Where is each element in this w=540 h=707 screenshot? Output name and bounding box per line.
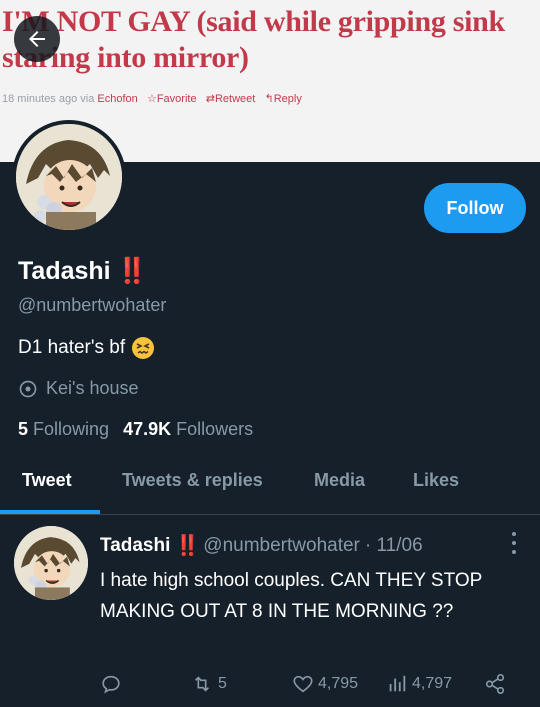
banner-reply: Reply: [273, 93, 302, 105]
retweet-button[interactable]: 5: [190, 673, 227, 695]
views-count: 4,797: [412, 675, 453, 692]
banner-tweet-text: I'M NOT GAY (said while gripping sink st…: [2, 5, 505, 74]
persevering-face-icon: [132, 337, 155, 359]
tab-likes[interactable]: Likes: [413, 470, 459, 491]
tweet-author-handle[interactable]: @numbertwohater: [203, 535, 360, 557]
followers-link[interactable]: 47.9K Followers: [123, 419, 253, 439]
profile-tabs: Tweet Tweets & replies Media Likes: [0, 462, 540, 514]
reply-button[interactable]: [100, 673, 122, 695]
retweet-small-icon: ⇄: [205, 93, 215, 105]
following-label: Following: [33, 419, 110, 439]
profile-bio: D1 hater's bf: [18, 336, 155, 360]
heart-icon: [293, 675, 313, 693]
profile-location: Kei's house: [18, 378, 139, 399]
double-exclamation-emoji: ‼️: [116, 257, 148, 285]
profile-avatar[interactable]: [12, 120, 126, 234]
bio-text: D1 hater's bf: [18, 337, 126, 358]
tab-media[interactable]: Media: [314, 470, 365, 491]
following-link[interactable]: 5 Following: [18, 419, 109, 439]
tab-tweets-and-replies[interactable]: Tweets & replies: [122, 470, 263, 491]
more-options-icon[interactable]: [506, 530, 522, 556]
reply-small-icon: ↰: [264, 93, 274, 105]
banner-time: 18 minutes ago via: [2, 93, 95, 105]
tweet-avatar[interactable]: [14, 526, 88, 600]
banner-favorite: Favorite: [156, 93, 197, 105]
banner-tweet-meta: 18 minutes ago via Echofon ☆Favorite ⇄Re…: [2, 92, 302, 105]
tweet-author-name[interactable]: Tadashi: [100, 535, 170, 557]
profile-handle: @numbertwohater: [18, 295, 167, 315]
like-count: 4,795: [318, 675, 359, 692]
follow-button[interactable]: Follow: [424, 183, 526, 233]
tweet-date: · 11/06: [364, 534, 423, 556]
tweet-avatar-illustration: [14, 526, 88, 600]
tabs-divider: [0, 514, 540, 515]
tweet-text: I hate high school couples. CAN THEY STO…: [100, 570, 482, 622]
following-count: 5: [18, 419, 29, 439]
share-icon: [485, 674, 505, 694]
reply-icon: [102, 675, 120, 694]
location-pin-icon: [19, 380, 37, 397]
tweet-header: Tadashi ‼️ @numbertwohater · 11/06: [100, 533, 423, 558]
followers-label: Followers: [176, 419, 254, 439]
retweet-icon: [194, 676, 210, 692]
views-button[interactable]: 4,797: [386, 673, 452, 695]
avatar-illustration: [16, 124, 122, 230]
share-button[interactable]: [484, 673, 506, 695]
tweet-actions: 5 4,795 4,797: [0, 673, 540, 697]
profile-name: Tadashi: [18, 257, 111, 285]
banner-client: Echofon: [97, 93, 138, 105]
location-text: Kei's house: [46, 378, 139, 398]
profile-name-row: Tadashi ‼️: [18, 257, 148, 286]
tab-tweets[interactable]: Tweet: [22, 470, 72, 491]
followers-count: 47.9K: [123, 419, 172, 439]
follow-counts: 5 Following 47.9K Followers: [18, 419, 253, 440]
tweet-double-exclamation-emoji: ‼️: [175, 535, 200, 557]
views-chart-icon: [389, 675, 406, 692]
arrow-left-icon: [29, 31, 45, 47]
star-icon: ☆: [146, 93, 157, 105]
banner-retweet: Retweet: [214, 93, 256, 105]
retweet-count: 5: [218, 675, 227, 692]
like-button[interactable]: 4,795: [292, 673, 358, 695]
back-button[interactable]: [14, 16, 60, 62]
